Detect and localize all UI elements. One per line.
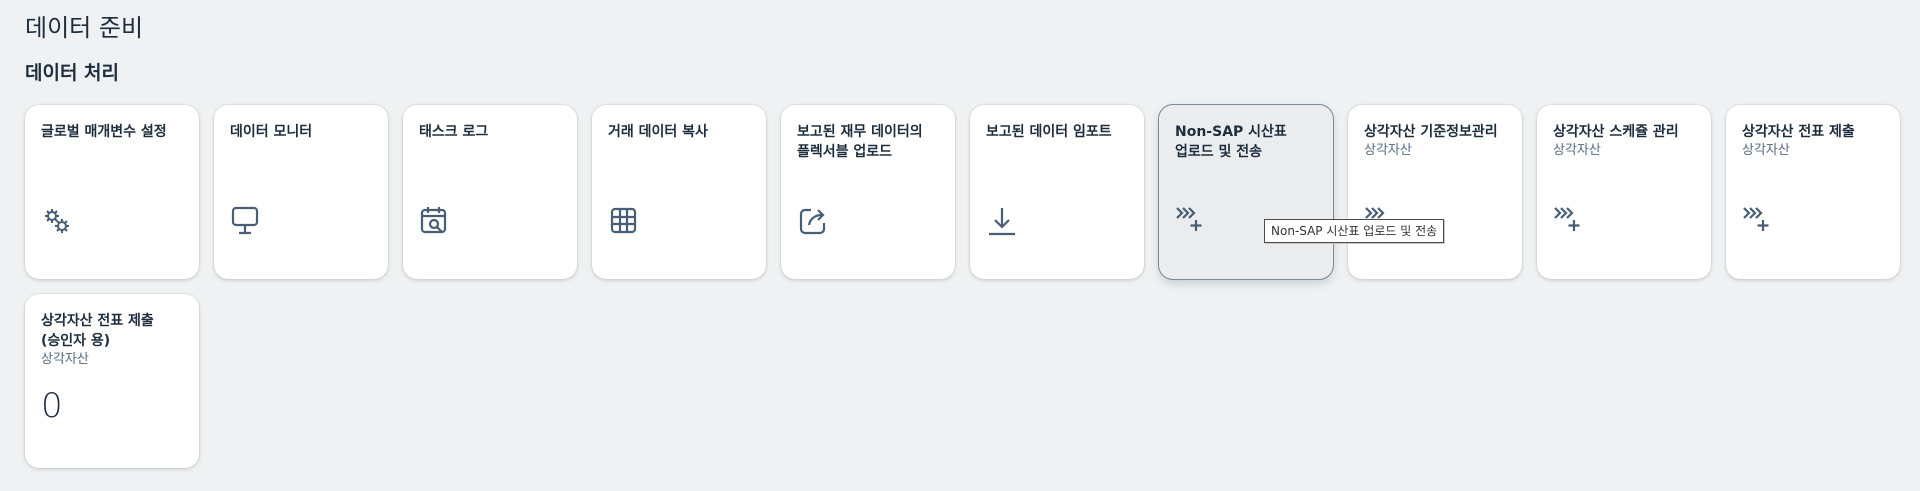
tile-title: 거래 데이터 복사 [608,124,708,140]
tile-import-reported-data[interactable]: 보고된 데이터 임포트 [970,105,1144,279]
tooltip: Non-SAP 시산표 업로드 및 전송 [1264,219,1445,243]
tile-title: 보고된 재무 데이터의 플렉서블 업로드 [797,124,923,160]
tile-global-parameters[interactable]: 글로벌 매개변수 설정 [25,105,199,279]
tile-title: 상각자산 기준정보관리 [1364,124,1498,140]
page: 데이터 준비 데이터 처리 글로벌 매개변수 설정 데이터 모니터 태스크 로그 [0,0,1920,491]
tile-asset-journal-submit-approver[interactable]: 상각자산 전표 제출(승인자 용) 상각자산 0 [25,294,199,468]
section-title: 데이터 처리 [25,62,120,84]
page-title: 데이터 준비 [25,14,144,42]
gears-icon [41,205,73,237]
tile-asset-schedule[interactable]: 상각자산 스케쥴 관리 상각자산 [1537,105,1711,279]
share-export-icon [797,205,829,237]
process-add-icon [1553,205,1585,237]
tile-title: Non-SAP 시산표 업로드 및 전송 [1175,124,1287,160]
tile-subtitle: 상각자산 [1553,143,1601,158]
tile-subtitle: 상각자산 [1742,143,1790,158]
calendar-search-icon [419,205,451,237]
monitor-icon [230,205,262,237]
tile-subtitle: 상각자산 [41,352,89,367]
process-add-icon [1742,205,1774,237]
download-icon [986,205,1018,237]
process-add-icon [1175,205,1207,237]
tile-title: 상각자산 스케쥴 관리 [1553,124,1679,140]
tile-flexible-upload[interactable]: 보고된 재무 데이터의 플렉서블 업로드 [781,105,955,279]
tile-title: 상각자산 전표 제출(승인자 용) [41,313,154,349]
tile-non-sap-trial-balance[interactable]: Non-SAP 시산표 업로드 및 전송 [1159,105,1333,279]
table-grid-icon [608,205,640,237]
tile-copy-transaction-data[interactable]: 거래 데이터 복사 [592,105,766,279]
tile-title: 글로벌 매개변수 설정 [41,124,167,140]
tile-asset-journal-submit[interactable]: 상각자산 전표 제출 상각자산 [1726,105,1900,279]
tile-title: 태스크 로그 [419,124,489,140]
kpi-value: 0 [41,386,63,426]
tile-title: 보고된 데이터 임포트 [986,124,1112,140]
tile-asset-master-data[interactable]: 상각자산 기준정보관리 상각자산 [1348,105,1522,279]
tile-title: 데이터 모니터 [230,124,313,140]
tile-title: 상각자산 전표 제출 [1742,124,1855,140]
tile-subtitle: 상각자산 [1364,143,1412,158]
tile-data-monitor[interactable]: 데이터 모니터 [214,105,388,279]
tile-task-log[interactable]: 태스크 로그 [403,105,577,279]
